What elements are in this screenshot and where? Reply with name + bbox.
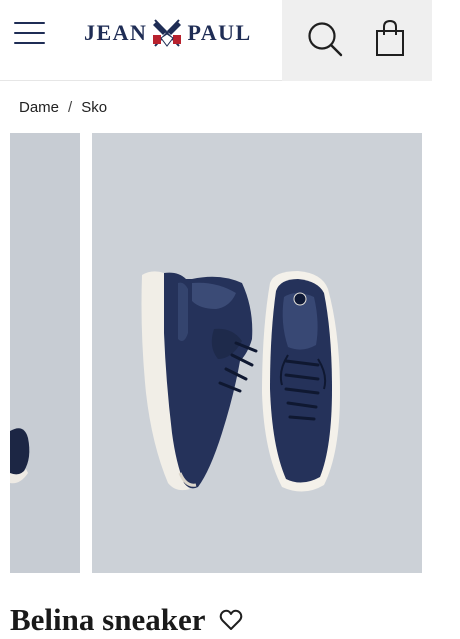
search-icon (308, 22, 343, 57)
product-image-gallery[interactable] (0, 133, 460, 573)
brand-name-right: PAUL (187, 20, 252, 45)
shoe-toe-image (10, 428, 30, 484)
search-button[interactable] (306, 20, 344, 58)
brand-name-left: JEAN (84, 20, 148, 45)
product-title: Belina sneaker (10, 602, 206, 637)
site-header: JEAN PAUL (0, 0, 460, 81)
breadcrumb-item-sko[interactable]: Sko (81, 99, 107, 116)
menu-line (14, 22, 45, 24)
crossed-flags-icon (153, 19, 182, 47)
main-product-image[interactable] (92, 133, 422, 573)
shopping-bag-button[interactable] (374, 19, 406, 57)
product-title-row: Belina sneaker (10, 600, 243, 639)
sneaker-pair-image (141, 271, 340, 492)
menu-line (14, 42, 45, 44)
previous-product-image[interactable] (10, 133, 80, 573)
wishlist-button[interactable] (219, 609, 243, 631)
menu-line (14, 32, 45, 34)
header-divider (0, 80, 282, 81)
heart-icon (220, 609, 243, 630)
brand-logo[interactable]: JEAN PAUL (84, 16, 260, 50)
breadcrumb-item-dame[interactable]: Dame (19, 99, 59, 116)
breadcrumb: Dame / Sko (19, 97, 107, 117)
hamburger-menu-button[interactable] (14, 19, 46, 47)
header-actions (282, 0, 432, 81)
shopping-bag-icon (376, 19, 404, 56)
breadcrumb-separator: / (68, 98, 73, 116)
